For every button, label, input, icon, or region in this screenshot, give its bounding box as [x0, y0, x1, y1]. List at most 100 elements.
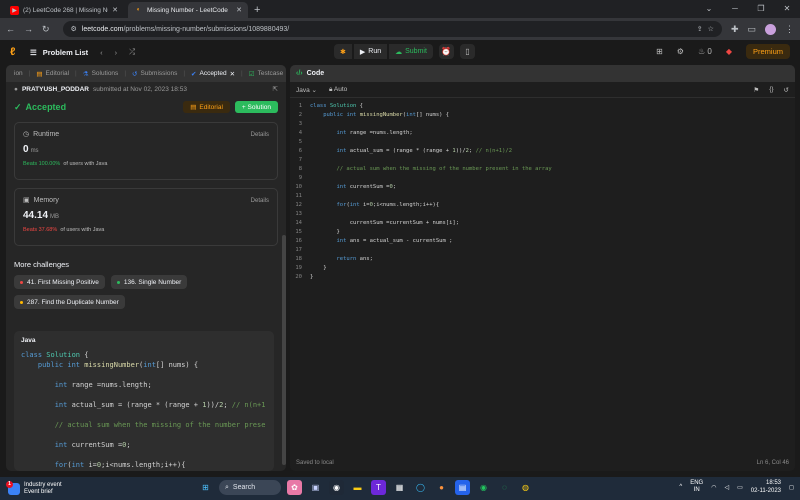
close-tab-icon[interactable]: ✕	[230, 70, 235, 78]
close-tab-icon[interactable]: ✕	[236, 6, 242, 14]
code-line[interactable]: 17	[290, 246, 795, 255]
reset-icon[interactable]: ↺	[784, 86, 789, 94]
premium-button[interactable]: Premium	[745, 44, 790, 59]
browser-tab-leetcode[interactable]: ◐ Missing Number - LeetCode ✕	[128, 2, 248, 18]
memory-card[interactable]: ▣ Memory Details 44.14 MB Beats 37.68% of …	[14, 188, 278, 246]
whatsapp-icon[interactable]: ◌	[497, 480, 512, 495]
code-line[interactable]: 10 int currentSum =0;	[290, 183, 795, 192]
challenge-chip[interactable]: 287. Find the Duplicate Number	[14, 295, 125, 309]
notes-button[interactable]: ▯	[459, 44, 475, 59]
bookmark-star-icon[interactable]: ☆	[708, 25, 714, 33]
prev-problem-icon[interactable]: ‹	[100, 48, 103, 57]
tab-editorial[interactable]: ▤ Editorial	[32, 70, 73, 78]
tab-description[interactable]: ion	[10, 70, 27, 77]
runtime-details-link[interactable]: Details	[251, 132, 269, 138]
tab-submissions[interactable]: ↺ Submissions	[128, 70, 181, 78]
user-avatar-icon[interactable]: ◆	[726, 47, 732, 56]
menu-icon[interactable]: ⋮	[785, 24, 794, 35]
challenge-chip[interactable]: 41. First Missing Positive	[14, 275, 105, 289]
wifi-icon[interactable]: ◠	[711, 484, 716, 491]
code-line[interactable]: 18 return ans;	[290, 255, 795, 264]
chevron-up-icon[interactable]: ^	[679, 484, 682, 490]
store-icon[interactable]: ▦	[392, 480, 407, 495]
code-line[interactable]: 9	[290, 174, 795, 183]
code-line[interactable]: 7	[290, 156, 795, 165]
layout-icon[interactable]: ⊞	[656, 47, 663, 56]
battery-icon[interactable]: ▭	[737, 484, 743, 491]
task-view-icon[interactable]: ▣	[308, 480, 323, 495]
code-line[interactable]: 11	[290, 192, 795, 201]
profile-avatar[interactable]	[765, 23, 776, 35]
debug-button[interactable]: ✱	[334, 44, 352, 59]
code-line[interactable]: 12 for(int i=0;i<nums.length;i++){	[290, 201, 795, 210]
bookmark-icon[interactable]: ⚑	[753, 86, 759, 94]
submit-button[interactable]: ☁ Submit	[389, 44, 433, 59]
code-editor[interactable]: 1 class Solution {2 public int missingNum…	[290, 102, 795, 452]
editorial-button[interactable]: ▤ Editorial	[183, 101, 230, 113]
share-icon[interactable]: ⇪	[697, 25, 703, 33]
reload-icon[interactable]: ↻	[42, 24, 50, 35]
code-line[interactable]: 6 int actual_sum = (range * (range + 1))…	[290, 147, 795, 156]
restore-button[interactable]: ❐	[748, 0, 774, 18]
widgets-button[interactable]: 1 Industry event Event brief	[0, 480, 62, 496]
add-solution-button[interactable]: + Solution	[234, 101, 278, 113]
scrollbar[interactable]	[282, 235, 286, 465]
minimize-button[interactable]: ─	[722, 0, 748, 18]
code-line[interactable]: 20}	[290, 273, 795, 282]
site-info-icon[interactable]: ⚙	[71, 25, 77, 33]
spotify-icon[interactable]: ◉	[476, 480, 491, 495]
tab-search-icon[interactable]: ⌄	[696, 0, 722, 18]
username[interactable]: PRATYUSH_PODDAR	[22, 86, 89, 93]
edge-icon[interactable]: ◯	[413, 480, 428, 495]
share-icon[interactable]: ⇱	[273, 85, 278, 93]
challenge-chip[interactable]: 136. Single Number	[110, 275, 188, 289]
camera-icon[interactable]: ◉	[329, 480, 344, 495]
browser-tab-youtube[interactable]: ▶ (2) LeetCode 268 | Missing Num ✕	[4, 2, 124, 18]
braces-icon[interactable]: {}	[769, 86, 773, 94]
firefox-icon[interactable]: ●	[434, 480, 449, 495]
problem-list-nav[interactable]: ☰ Problem List ‹ › ⤮	[30, 47, 135, 57]
tab-solutions[interactable]: ⚗ Solutions	[79, 70, 123, 78]
shuffle-icon[interactable]: ⤮	[129, 47, 135, 57]
code-line[interactable]: 8 // actual sum when the missing of the …	[290, 165, 795, 174]
language-select[interactable]: Java ⌄	[296, 86, 317, 94]
leetcode-logo-icon[interactable]: ℓ	[10, 46, 22, 58]
new-tab-button[interactable]: +	[254, 2, 260, 18]
tab-testcase[interactable]: ☑ Testcase	[245, 70, 286, 78]
language-indicator[interactable]: ENG IN	[690, 480, 703, 494]
teams-icon[interactable]: T	[371, 480, 386, 495]
next-problem-icon[interactable]: ›	[115, 48, 118, 57]
sidebar-icon[interactable]: ▭	[747, 24, 756, 35]
notification-icon[interactable]: ◻	[789, 484, 794, 491]
taskbar-search[interactable]: ⌕ Search	[219, 480, 281, 495]
code-line[interactable]: 5	[290, 138, 795, 147]
code-line[interactable]: 4 int range =nums.length;	[290, 129, 795, 138]
back-icon[interactable]: ←	[6, 24, 15, 34]
code-line[interactable]: 2 public int missingNumber(int[] nums) {	[290, 111, 795, 120]
app-icon[interactable]: ▤	[455, 480, 470, 495]
clock[interactable]: 18:53 02-11-2023	[751, 479, 781, 495]
run-button[interactable]: ▶ Run	[353, 44, 388, 59]
auto-mode-toggle[interactable]: 🔒︎ Auto	[329, 86, 347, 94]
close-window-button[interactable]: ✕	[774, 0, 800, 18]
url-input[interactable]: ⚙ leetcode.com/problems/missing-number/s…	[62, 21, 722, 37]
code-line[interactable]: 15 }	[290, 228, 795, 237]
code-line[interactable]: 16 int ans = actual_sum - currentSum ;	[290, 237, 795, 246]
extensions-icon[interactable]: ✚	[731, 24, 739, 35]
file-explorer-icon[interactable]: ▬	[350, 480, 365, 495]
streak-counter[interactable]: ♨ 0	[698, 47, 712, 56]
chrome-icon[interactable]: ◍	[518, 480, 533, 495]
code-line[interactable]: 1 class Solution {	[290, 102, 795, 111]
code-line[interactable]: 14 currentSum =currentSum + nums[i];	[290, 219, 795, 228]
timer-button[interactable]: ⏰	[438, 44, 454, 59]
settings-icon[interactable]: ⚙	[677, 47, 684, 56]
memory-details-link[interactable]: Details	[251, 198, 269, 204]
forward-icon[interactable]: →	[24, 24, 33, 34]
close-tab-icon[interactable]: ✕	[112, 6, 118, 14]
code-line[interactable]: 13	[290, 210, 795, 219]
code-line[interactable]: 19 }	[290, 264, 795, 273]
tab-accepted[interactable]: ✔ Accepted ✕	[187, 70, 239, 78]
runtime-card[interactable]: ◷ Runtime Details 0 ms Beats 100.00% of us…	[14, 122, 278, 180]
windows-start-icon[interactable]: ⊞	[198, 480, 213, 495]
code-line[interactable]: 3	[290, 120, 795, 129]
